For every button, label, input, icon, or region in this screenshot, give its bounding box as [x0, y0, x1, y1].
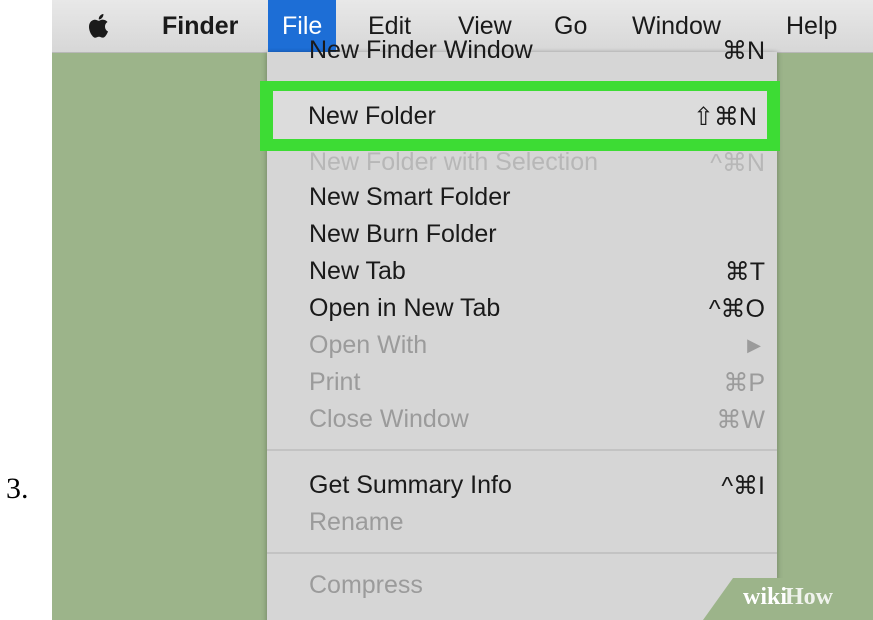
menu-item-label: Rename [309, 508, 404, 536]
menu-item-label: New Smart Folder [309, 183, 511, 211]
menu-item-rename[interactable]: Rename [267, 503, 777, 541]
apple-menu[interactable] [88, 0, 114, 52]
apple-icon [89, 14, 108, 38]
menu-item-new-smart-folder[interactable]: New Smart Folder [267, 178, 777, 216]
menu-item-label: Print [309, 368, 361, 396]
menu-item-shortcut: ^⌘I [721, 472, 765, 500]
menu-item-shortcut: ⌘T [724, 258, 765, 286]
menu-item-label: New Tab [309, 257, 406, 285]
menu-separator [267, 449, 777, 451]
menu-item-new-folder[interactable]: New Folder ⇧⌘N [273, 91, 767, 139]
menu-item-shortcut: ⌘W [716, 406, 765, 434]
menu-item-new-burn-folder[interactable]: New Burn Folder [267, 215, 777, 253]
menu-item-open-in-new-tab[interactable]: Open in New Tab ^⌘O [267, 289, 777, 327]
menu-item-shortcut: ^⌘N [710, 149, 765, 177]
menu-item-print[interactable]: Print ⌘P [267, 363, 777, 401]
menu-item-label: New Burn Folder [309, 220, 497, 248]
menu-item-label: Get Summary Info [309, 471, 512, 499]
menu-item-get-summary-info[interactable]: Get Summary Info ^⌘I [267, 466, 777, 504]
new-folder-highlight: New Folder ⇧⌘N [260, 81, 780, 151]
menu-window[interactable]: Window [618, 0, 735, 52]
menu-item-shortcut: ^⌘O [708, 295, 765, 323]
menu-item-shortcut: ⌘N [721, 37, 765, 65]
menu-item-close-window[interactable]: Close Window ⌘W [267, 400, 777, 438]
mac-desktop: Finder File Edit View Go Window Help New… [52, 0, 873, 620]
menu-item-label: Compress [309, 571, 423, 599]
step-number: 3. [6, 472, 29, 505]
menu-separator [267, 552, 777, 554]
menu-item-shortcut: ⌘P [723, 369, 765, 397]
menu-item-label: Open in New Tab [309, 294, 501, 322]
menu-item-label: New Finder Window [309, 36, 533, 64]
menu-item-shortcut: ⇧⌘N [692, 103, 757, 131]
menu-item-label: New Folder [308, 102, 436, 130]
menu-finder[interactable]: Finder [148, 0, 252, 52]
menu-item-open-with[interactable]: Open With ▶ [267, 326, 777, 364]
file-menu-dropdown: New Finder Window ⌘N New Folder with Sel… [260, 36, 780, 620]
menu-item-label: New Folder with Selection [309, 148, 599, 176]
menu-item-label: Close Window [309, 405, 469, 433]
menu-item-label: Open With [309, 331, 428, 359]
menu-go[interactable]: Go [540, 0, 601, 52]
menu-help[interactable]: Help [772, 0, 851, 52]
menu-item-new-tab[interactable]: New Tab ⌘T [267, 252, 777, 290]
watermark-wiki: wiki [743, 584, 788, 610]
submenu-arrow-icon: ▶ [747, 335, 761, 355]
menu-item-compress[interactable]: Compress [267, 566, 777, 604]
watermark-how: How [785, 584, 833, 610]
